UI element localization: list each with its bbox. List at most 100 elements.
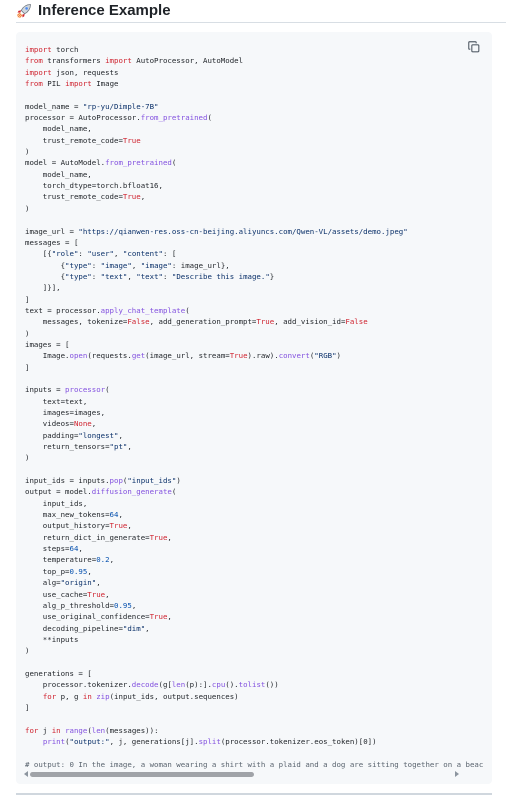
code-line: max_new_tokens=64, [25, 509, 492, 520]
code-token: use_original_confidence= [25, 612, 150, 622]
code-token: "origin" [60, 578, 97, 588]
code-token: , [167, 532, 172, 542]
code-token: input_ids = inputs. [25, 476, 110, 486]
code-line: inputs = processor( [25, 384, 492, 395]
code-token: input_ids, [25, 498, 88, 508]
scroll-track[interactable] [30, 772, 450, 777]
scroll-thumb[interactable] [30, 772, 254, 777]
code-token: return_tensors= [25, 442, 110, 452]
code-token: (p):]. [185, 680, 212, 690]
code-token: "longest" [78, 430, 119, 440]
code-token: "text" [100, 271, 128, 281]
code-token: print [42, 736, 66, 746]
code-token: diffusion_generate [91, 487, 172, 497]
code-token: output = model. [25, 487, 92, 497]
code-token: len [171, 680, 186, 690]
code-line: ]}], [25, 282, 492, 293]
code-token: "user" [87, 249, 115, 259]
code-token: ).raw). [247, 351, 279, 361]
code-line: ) [25, 203, 492, 214]
code-line: alg_p_threshold=0.95, [25, 600, 492, 611]
code-token: : [91, 271, 101, 281]
code-token: "image" [140, 260, 172, 270]
code-token: ) [25, 203, 30, 213]
code-token: import [65, 79, 92, 89]
code-line: ] [25, 294, 492, 305]
code-line: [{"role": "user", "content": [ [25, 248, 492, 259]
code-token: convert [278, 351, 310, 361]
code-token: import [105, 56, 132, 66]
code-token: False [127, 317, 150, 327]
code-token: trust_remote_code= [25, 135, 123, 145]
code-token: processor = AutoProcessor. [25, 113, 141, 123]
code-token: , [127, 521, 132, 531]
code-token: , [127, 271, 137, 281]
code-line: text = processor.apply_chat_template( [25, 305, 492, 316]
code-token: text = processor. [25, 305, 101, 315]
code-token: return_dict_in_generate= [25, 532, 150, 542]
code-token: : image_url}, [171, 260, 230, 270]
code-token: "content" [122, 249, 163, 259]
code-token: inputs = [25, 385, 66, 395]
code-token: Image. [25, 351, 70, 361]
code-token: trust_remote_code= [25, 192, 123, 202]
code-token: True [149, 612, 168, 622]
code-token: "output:" [69, 736, 110, 746]
code-token: (input_ids, output.sequences) [109, 691, 239, 701]
code-line: images=images, [25, 407, 492, 418]
code-token: ) [25, 646, 30, 656]
code-line: ) [25, 328, 492, 339]
code-line: {"type": "image", "image": image_url}, [25, 260, 492, 271]
code-token: True [122, 135, 141, 145]
code-token: Image [91, 79, 119, 89]
code-line: Image.open(requests.get(image_url, strea… [25, 350, 492, 361]
code-token: ]}], [25, 283, 61, 293]
code-token: "RGB" [314, 351, 337, 361]
code-token: ) [25, 328, 30, 338]
code-token: , j, generations[j]. [109, 736, 199, 746]
code-token: , [109, 555, 115, 565]
code-token: max_new_tokens= [25, 510, 110, 520]
code-line: steps=64, [25, 543, 492, 554]
code-token: transformers [42, 56, 106, 66]
code-token: ()) [265, 680, 279, 690]
code-token: range [65, 725, 88, 735]
code-line: output_history=True, [25, 520, 492, 531]
code-token: (requests. [87, 351, 132, 361]
code-line: ) [25, 146, 492, 157]
code-token: "type" [65, 260, 92, 270]
code-token: True [122, 192, 141, 202]
code-token: top_p= [25, 566, 70, 576]
code-token: ( [105, 385, 110, 395]
code-token: : [78, 249, 88, 259]
code-token: : [162, 271, 172, 281]
code-token: (image_url, stream= [145, 351, 230, 361]
code-block[interactable]: import torch from transformers import Aut… [16, 32, 492, 784]
code-line: model_name = "rp-yu/Dimple-7B" [25, 101, 492, 112]
code-token: "dim" [122, 623, 146, 633]
code-token: cpu [211, 680, 226, 690]
code-token: , [114, 249, 123, 259]
code-token: 0.2 [96, 555, 110, 565]
code-line: for p, g in zip(input_ids, output.sequen… [25, 691, 492, 702]
code-token: { [25, 271, 66, 281]
scroll-left-icon[interactable] [24, 771, 28, 777]
code-line: **inputs [25, 634, 492, 645]
code-token: model_name, [25, 169, 92, 179]
heading-divider [16, 22, 506, 23]
code-line: temperature=0.2, [25, 554, 492, 565]
scroll-right-icon[interactable] [455, 771, 459, 777]
code-lines: import torch from transformers import Aut… [25, 44, 492, 770]
code-token: , [105, 589, 110, 599]
code-line: use_original_confidence=True, [25, 611, 492, 622]
code-token: split [198, 736, 221, 746]
code-line: from PIL import Image [25, 78, 492, 89]
code-token: , [118, 430, 123, 440]
horizontal-scrollbar[interactable] [16, 766, 492, 784]
code-token: (processor.tokenizer.eos_token)[0]) [220, 736, 377, 746]
code-token: processor.tokenizer. [25, 680, 132, 690]
